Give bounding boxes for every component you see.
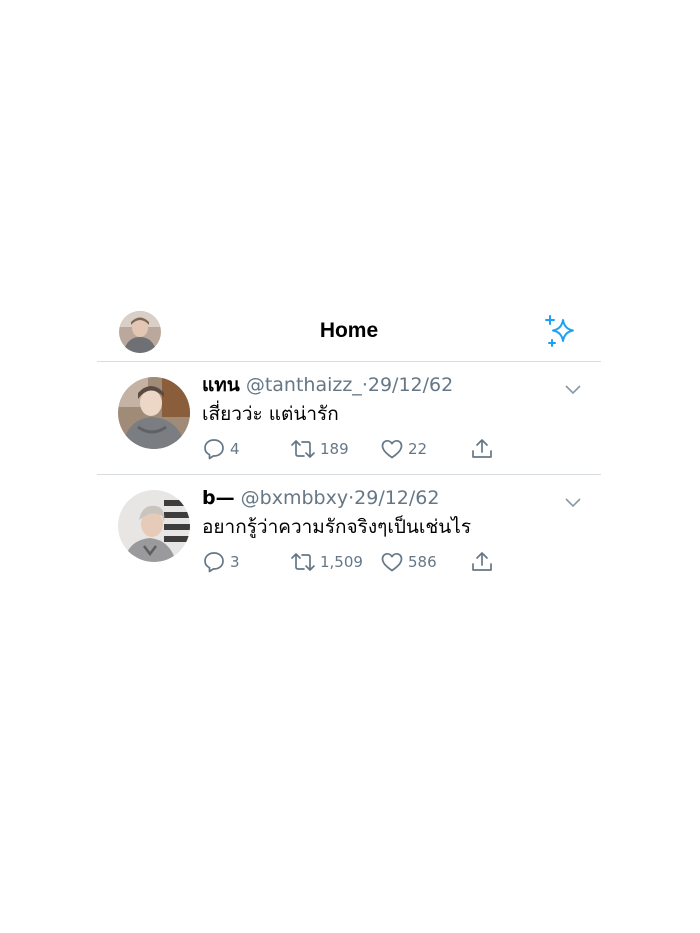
chevron-down-icon-glyph xyxy=(565,498,581,508)
tweet-text: เสี่ยวว่ะ แต่น่ารัก xyxy=(202,403,339,425)
reply-button[interactable]: 3 xyxy=(202,550,240,574)
tweet[interactable]: แทน @tanthaizz_·29/12/62 เสี่ยวว่ะ แต่น่… xyxy=(97,362,601,475)
tweet-author-name[interactable]: แทน xyxy=(202,374,240,396)
tweet-avatar-image xyxy=(118,490,190,562)
reply-icon xyxy=(204,439,224,460)
top-navigation-bar: Home xyxy=(97,305,601,362)
chevron-down-icon[interactable] xyxy=(565,380,581,395)
retweet-button[interactable]: 189 xyxy=(290,437,349,461)
reply-count: 3 xyxy=(230,553,240,571)
tweet-date[interactable]: 29/12/62 xyxy=(354,487,439,509)
reply-button[interactable]: 4 xyxy=(202,437,240,461)
tweet-header: แทน @tanthaizz_·29/12/62 xyxy=(202,372,571,398)
retweet-icon xyxy=(291,553,315,571)
retweet-icon xyxy=(291,440,315,458)
tweet-avatar[interactable] xyxy=(118,377,190,449)
tweet[interactable]: b— @bxmbbxy·29/12/62 อยากรู้ว่าความรักจร… xyxy=(97,475,601,587)
sparkle-icon[interactable] xyxy=(543,314,579,350)
tweet-date[interactable]: 29/12/62 xyxy=(368,374,453,396)
like-count: 586 xyxy=(408,553,437,571)
tweet-avatar-image xyxy=(118,377,190,449)
tweet-author-handle[interactable]: @tanthaizz_ xyxy=(246,374,362,396)
tweet-body: b— @bxmbbxy·29/12/62 อยากรู้ว่าความรักจร… xyxy=(202,485,571,541)
tweet-avatar[interactable] xyxy=(118,490,190,562)
tweet-body: แทน @tanthaizz_·29/12/62 เสี่ยวว่ะ แต่น่… xyxy=(202,372,571,428)
like-button[interactable]: 586 xyxy=(380,550,437,574)
page-title: Home xyxy=(319,319,379,342)
share-button[interactable] xyxy=(470,437,494,461)
retweet-count: 1,509 xyxy=(320,553,363,571)
tweet-author-handle[interactable]: @bxmbbxy xyxy=(241,487,348,509)
share-icon xyxy=(472,552,492,571)
tweet-actions: 4 189 22 xyxy=(202,437,502,461)
like-button[interactable]: 22 xyxy=(380,437,427,461)
tweet-actions: 3 1,509 586 xyxy=(202,550,502,574)
reply-icon xyxy=(204,552,224,573)
tweet-author-name[interactable]: b— xyxy=(202,487,235,509)
heart-icon xyxy=(381,552,403,572)
share-icon xyxy=(472,439,492,458)
sparkle-icon-glyph xyxy=(545,315,574,347)
twitter-timeline: Home แทน @tanthaizz_·29/12/62 เสี่ยวว่ะ … xyxy=(97,305,601,587)
tweet-text: อยากรู้ว่าความรักจริงๆเป็นเช่นไร xyxy=(202,516,472,538)
tweet-header: b— @bxmbbxy·29/12/62 xyxy=(202,485,571,511)
like-count: 22 xyxy=(408,440,428,458)
chevron-down-icon[interactable] xyxy=(565,493,581,508)
heart-icon xyxy=(381,439,403,459)
retweet-button[interactable]: 1,509 xyxy=(290,550,363,574)
reply-count: 4 xyxy=(230,440,240,458)
retweet-count: 189 xyxy=(320,440,349,458)
share-button[interactable] xyxy=(470,550,494,574)
chevron-down-icon-glyph xyxy=(565,385,581,395)
